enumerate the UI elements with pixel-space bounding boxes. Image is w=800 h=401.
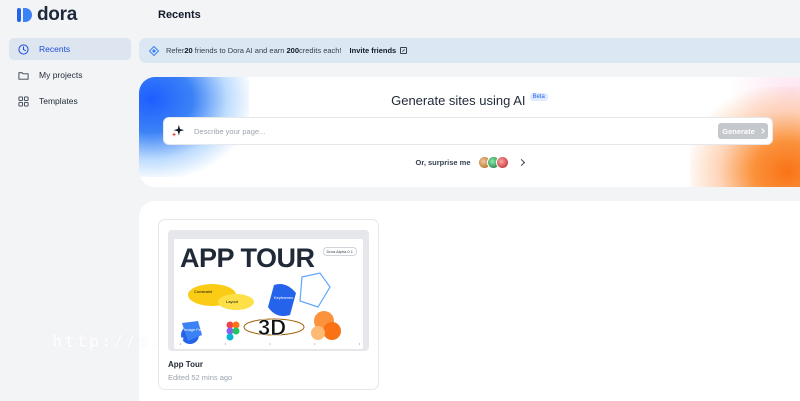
thumbnail-label: Constraint bbox=[194, 289, 213, 294]
page-title: Recents bbox=[158, 9, 201, 21]
diamond-icon bbox=[149, 45, 159, 56]
thumbnail-label: Keyframes bbox=[274, 295, 294, 300]
generate-panel: Generate sites using AIBeta Generate Or,… bbox=[139, 77, 800, 187]
surprise-me-label: Or, surprise me bbox=[415, 158, 471, 167]
generate-button-label: Generate bbox=[722, 126, 755, 136]
grid-icon bbox=[18, 95, 29, 107]
project-name: App Tour bbox=[168, 360, 203, 369]
avatar bbox=[495, 156, 509, 169]
sparkle-icon bbox=[171, 124, 185, 137]
referral-banner: Refer 20 friends to Dora AI and earn 200… bbox=[139, 38, 800, 63]
surprise-me-link[interactable]: Or, surprise me bbox=[139, 156, 800, 169]
referral-text-before: Refer bbox=[166, 46, 185, 55]
project-thumbnail: APP TOUR Dora Alpha 0.1 3D Constraint La… bbox=[168, 230, 369, 351]
template-avatars bbox=[477, 156, 509, 169]
sidebar-item-recents[interactable]: Recents bbox=[9, 38, 131, 60]
thumbnail-footer: • • • • • bbox=[180, 342, 360, 346]
sidebar-item-label: Templates bbox=[39, 96, 78, 106]
project-edited-time: Edited 52 mins ago bbox=[168, 373, 233, 382]
logo[interactable]: dora bbox=[15, 4, 77, 25]
chevron-right-icon bbox=[517, 158, 525, 167]
referral-credits: 200 bbox=[286, 46, 300, 55]
project-card[interactable]: APP TOUR Dora Alpha 0.1 3D Constraint La… bbox=[158, 219, 379, 390]
generate-title: Generate sites using AI Beta bbox=[139, 93, 800, 108]
prompt-box: Generate bbox=[163, 117, 773, 145]
invite-friends-label: Invite friends bbox=[349, 46, 397, 55]
thumbnail-footer-mark: • bbox=[269, 342, 271, 346]
referral-text-after: credits each! bbox=[299, 46, 342, 55]
generate-title-text: Generate sites using AI bbox=[391, 93, 526, 108]
prompt-input[interactable] bbox=[194, 126, 718, 136]
thumbnail-label: Image Features bbox=[184, 327, 213, 332]
beta-badge: Beta bbox=[529, 93, 548, 101]
referral-text-mid: friends to Dora AI and earn bbox=[192, 46, 287, 55]
thumbnail-footer-mark: • bbox=[224, 342, 226, 346]
thumbnail-canvas: APP TOUR Dora Alpha 0.1 3D Constraint La… bbox=[174, 239, 363, 349]
invite-friends-link[interactable]: Invite friends bbox=[350, 46, 408, 55]
sidebar-item-label: My projects bbox=[39, 70, 83, 80]
thumbnail-illustration: 3D bbox=[181, 272, 341, 344]
recent-projects: APP TOUR Dora Alpha 0.1 3D Constraint La… bbox=[139, 201, 800, 401]
sidebar-item-templates[interactable]: Templates bbox=[9, 90, 131, 112]
svg-text:3D: 3D bbox=[258, 315, 286, 340]
thumbnail-label: Layout bbox=[226, 299, 239, 304]
sidebar-item-label: Recents bbox=[39, 44, 71, 54]
dora-logo-icon bbox=[17, 8, 32, 22]
sidebar-nav: Recents My projects Templates bbox=[9, 38, 131, 116]
logo-text: dora bbox=[37, 4, 77, 25]
generate-button[interactable]: Generate bbox=[718, 123, 768, 139]
referral-friends-count: 20 bbox=[184, 46, 193, 55]
external-link-icon bbox=[400, 47, 408, 54]
chevron-right-icon bbox=[758, 128, 765, 134]
sidebar-item-my-projects[interactable]: My projects bbox=[9, 64, 131, 86]
thumbnail-footer-mark: • bbox=[358, 342, 360, 346]
folder-icon bbox=[18, 70, 29, 81]
watermark-text: http://a. z bbox=[52, 332, 187, 352]
thumbnail-footer-mark: • bbox=[314, 342, 316, 346]
clock-icon bbox=[18, 43, 29, 55]
